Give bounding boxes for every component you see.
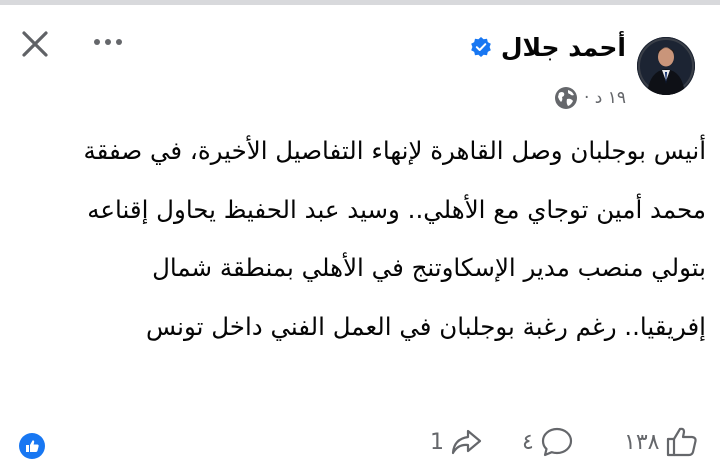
like-reaction-icon [19,433,45,459]
close-icon [22,31,48,57]
top-divider [0,0,720,5]
post-text: أنيس بوجلبان وصل القاهرة لإنهاء التفاصيل… [83,136,706,341]
globe-icon [554,87,577,109]
thumbs-up-icon [667,427,698,457]
like-button[interactable]: ١٣٨ [624,422,699,462]
post-footer: 1 ٤ ١٣٨ [0,412,720,472]
post-timestamp[interactable]: ١٩ د · [584,88,626,108]
comment-icon [541,427,572,457]
share-button[interactable]: 1 [430,422,482,462]
share-icon [451,429,482,455]
author-row: أحمد جلال [469,27,626,67]
comment-count: ٤ [522,429,534,455]
author-name[interactable]: أحمد جلال [501,33,626,62]
more-icon [94,39,122,45]
verified-icon [471,37,491,57]
post-meta: ١٩ د · [554,84,626,112]
more-options-button[interactable] [88,27,128,57]
verified-badge [469,35,493,59]
close-button[interactable] [18,27,52,61]
comment-button[interactable]: ٤ [522,422,574,462]
avatar-photo [637,37,695,95]
share-count: 1 [430,429,444,455]
like-count: ١٣٨ [624,429,660,455]
author-avatar[interactable] [637,37,695,95]
